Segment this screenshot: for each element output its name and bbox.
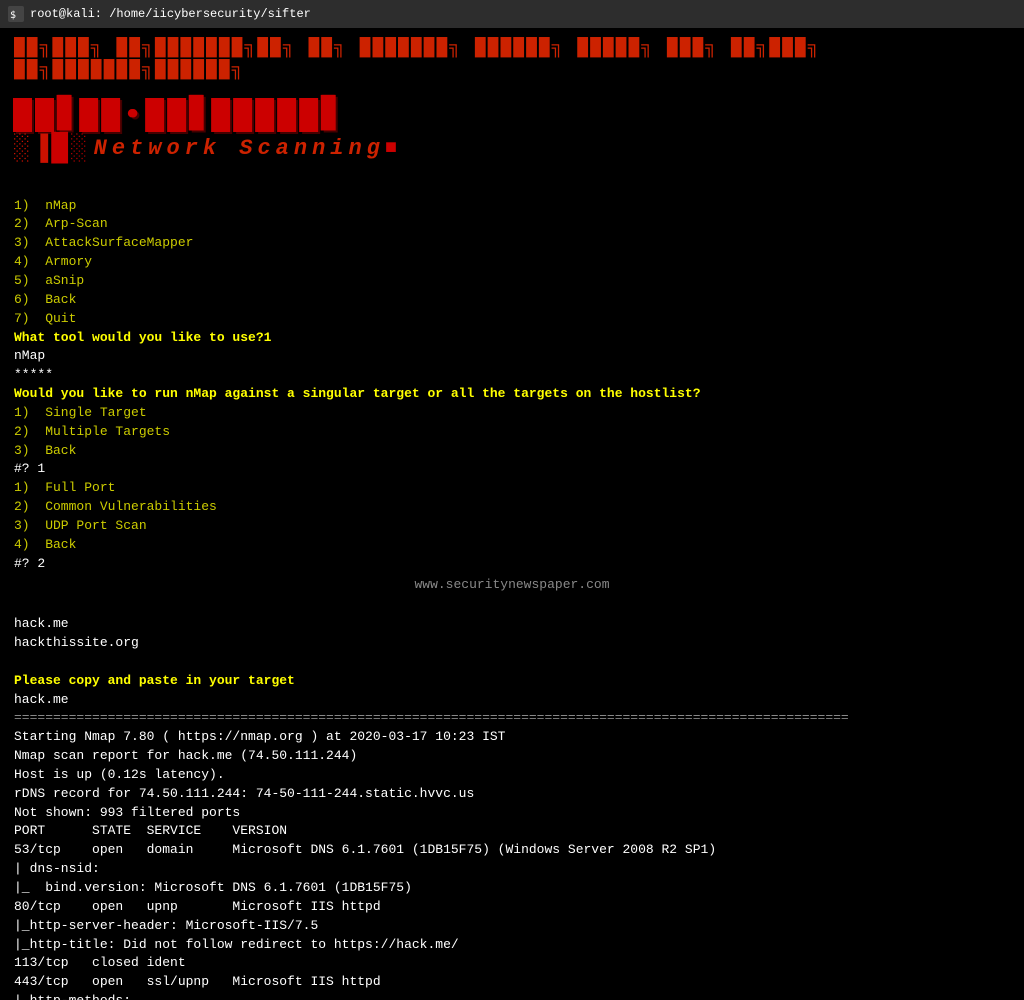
nmap-prompt-1: #? 1 [14,460,1010,479]
ascii-art-header: ██╗███╗ ██╗███████╗██╗ ██╗ ███████╗ ████… [14,38,1010,166]
nmap-port1-bind: |_ bind.version: Microsoft DNS 6.1.7601 … [14,879,1010,898]
nmap-port2-header: |_http-server-header: Microsoft-IIS/7.5 [14,917,1010,936]
menu-item-6: 6) Back [14,291,1010,310]
nmap-port1: 53/tcp open domain Microsoft DNS 6.1.760… [14,841,1010,860]
nmap-question: Would you like to run nMap against a sin… [14,385,1010,404]
nmap-prompt-2: #? 2 [14,555,1010,574]
menu-item-3: 3) AttackSurfaceMapper [14,234,1010,253]
terminal-icon: $ [8,6,24,22]
watermark: www.securitynewspaper.com [14,576,1010,595]
nmap-item-1: 1) Single Target [14,404,1010,423]
sub-item-2: 2) Common Vulnerabilities [14,498,1010,517]
nmap-port2: 80/tcp open upnp Microsoft IIS httpd [14,898,1010,917]
menu-item-7: 7) Quit [14,310,1010,329]
target-2: hackthissite.org [14,634,1010,653]
nmap-port1-nsid: | dns-nsid: [14,860,1010,879]
menu-item-1: 1) nMap [14,197,1010,216]
target-1: hack.me [14,615,1010,634]
tool-prompt: What tool would you like to use?1 [14,329,1010,348]
nmap-item-3: 3) Back [14,442,1010,461]
title-bar-text: root@kali: /home/iicybersecurity/sifter [30,7,311,21]
nmap-line-4: rDNS record for 74.50.111.244: 74-50-111… [14,785,1010,804]
menu-item-4: 4) Armory [14,253,1010,272]
nmap-port4-methods: | http-methods: [14,992,1010,1000]
nmap-line-3: Host is up (0.12s latency). [14,766,1010,785]
nmap-port2-title: |_http-title: Did not follow redirect to… [14,936,1010,955]
sub-item-4: 4) Back [14,536,1010,555]
blank-line-1 [14,178,1010,197]
target-input: hack.me [14,691,1010,710]
terminal: ██╗███╗ ██╗███████╗██╗ ██╗ ███████╗ ████… [0,28,1024,1000]
title-bar: $ root@kali: /home/iicybersecurity/sifte… [0,0,1024,28]
blank-line-3 [14,653,1010,672]
blank-line-2 [14,596,1010,615]
tool-selected: nMap [14,347,1010,366]
nmap-line-5: Not shown: 993 filtered ports [14,804,1010,823]
svg-text:$: $ [10,10,16,21]
sub-item-3: 3) UDP Port Scan [14,517,1010,536]
ascii-banner: ░▐█░ Network Scanning ■ [14,132,1010,166]
nmap-line-2: Nmap scan report for hack.me (74.50.111.… [14,747,1010,766]
nmap-header: PORT STATE SERVICE VERSION [14,822,1010,841]
menu-item-5: 5) aSnip [14,272,1010,291]
ascii-art-display: ██▊██•██▊█████▊ [14,97,1010,136]
menu-item-2: 2) Arp-Scan [14,215,1010,234]
nmap-item-2: 2) Multiple Targets [14,423,1010,442]
nmap-port4: 443/tcp open ssl/upnp Microsoft IIS http… [14,973,1010,992]
target-prompt: Please copy and paste in your target [14,672,1010,691]
ascii-art-line1: ██╗███╗ ██╗███████╗██╗ ██╗ ███████╗ ████… [14,38,1010,81]
nmap-port3: 113/tcp closed ident [14,954,1010,973]
separator-line: ========================================… [14,709,1010,728]
nmap-line-1: Starting Nmap 7.80 ( https://nmap.org ) … [14,728,1010,747]
sub-item-1: 1) Full Port [14,479,1010,498]
stars: ***** [14,366,1010,385]
